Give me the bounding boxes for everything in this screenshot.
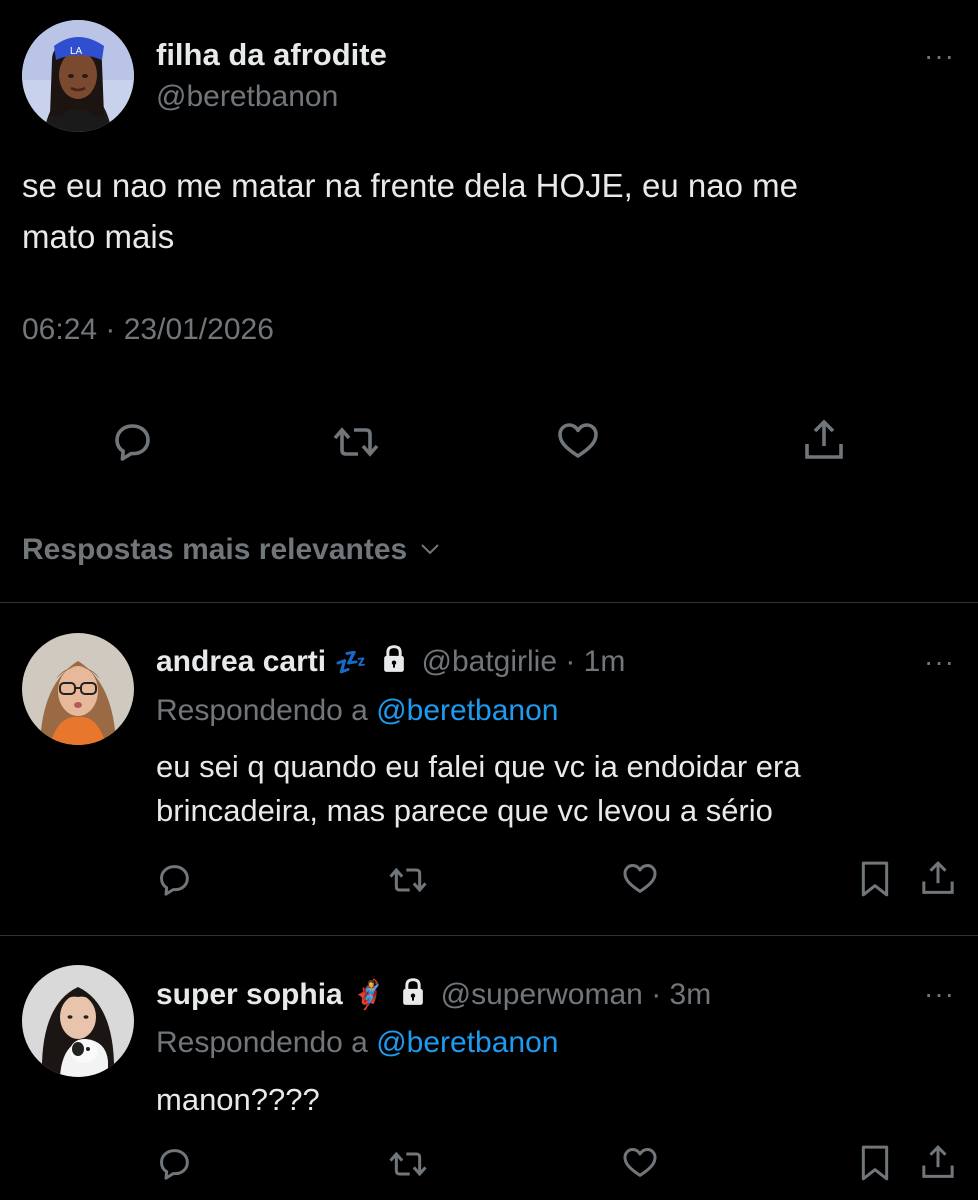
- divider: [0, 935, 978, 936]
- lock-icon: [403, 978, 424, 1005]
- replying-to-link[interactable]: @beretbanon: [376, 1026, 558, 1059]
- like-icon[interactable]: [554, 416, 602, 464]
- tweet-text-line-2: mato mais: [22, 218, 175, 255]
- display-name[interactable]: andrea carti: [156, 645, 326, 678]
- sort-replies-button[interactable]: Respostas mais relevantes: [22, 533, 442, 567]
- share-icon[interactable]: [918, 1142, 958, 1184]
- replying-to-link[interactable]: @beretbanon: [376, 694, 558, 727]
- avatar[interactable]: LA: [22, 20, 134, 132]
- reply-text-line-1: manon????: [156, 1082, 320, 1117]
- replying-to: Respondendo a @beretbanon: [156, 1026, 558, 1060]
- like-icon[interactable]: [620, 1142, 660, 1182]
- reply-icon[interactable]: [154, 1144, 194, 1184]
- retweet-icon[interactable]: [386, 1144, 430, 1184]
- sort-label: Respostas mais relevantes: [22, 533, 408, 566]
- reply-icon[interactable]: [108, 418, 156, 466]
- lock-icon: [384, 645, 405, 672]
- tweet-text-line-1: se eu nao me matar na frente dela HOJE, …: [22, 167, 798, 204]
- avatar[interactable]: [22, 965, 134, 1077]
- superhero-emoji: 🦸‍♀️: [351, 979, 386, 1010]
- reply-time[interactable]: · 1m: [565, 645, 625, 678]
- more-options-icon[interactable]: ···: [924, 980, 955, 1008]
- svg-text:LA: LA: [70, 46, 83, 57]
- bookmark-icon[interactable]: [855, 1142, 895, 1184]
- share-icon[interactable]: [800, 416, 848, 466]
- reply-time[interactable]: · 3m: [651, 978, 711, 1011]
- display-name[interactable]: filha da afrodite: [156, 37, 387, 73]
- zzz-emoji: 💤: [334, 647, 367, 677]
- replying-prefix: Respondendo a: [156, 694, 368, 727]
- more-options-icon[interactable]: ···: [924, 648, 955, 676]
- divider: [0, 602, 978, 603]
- share-icon[interactable]: [918, 858, 958, 900]
- bookmark-icon[interactable]: [855, 858, 895, 900]
- timestamp[interactable]: 06:24 · 23/01/2026: [22, 313, 274, 347]
- like-icon[interactable]: [620, 858, 660, 898]
- retweet-icon[interactable]: [330, 418, 382, 466]
- handle[interactable]: @beretbanon: [156, 80, 338, 114]
- handle[interactable]: @batgirlie: [422, 645, 558, 678]
- display-name[interactable]: super sophia: [156, 978, 343, 1011]
- replying-prefix: Respondendo a: [156, 1026, 368, 1059]
- reply-text-line-1: eu sei q quando eu falei que vc ia endoi…: [156, 749, 801, 784]
- reply-icon[interactable]: [154, 860, 194, 900]
- handle[interactable]: @superwoman: [441, 978, 643, 1011]
- reply-text-line-2: brincadeira, mas parece que vc levou a s…: [156, 793, 773, 828]
- avatar[interactable]: [22, 633, 134, 745]
- retweet-icon[interactable]: [386, 860, 430, 900]
- reply-header: super sophia 🦸‍♀️ @superwoman · 3m: [156, 976, 711, 1012]
- reply-header: andrea carti 💤 @batgirlie · 1m: [156, 643, 625, 679]
- more-options-icon[interactable]: ···: [924, 42, 955, 70]
- replying-to: Respondendo a @beretbanon: [156, 694, 558, 728]
- chevron-down-icon: [420, 544, 439, 555]
